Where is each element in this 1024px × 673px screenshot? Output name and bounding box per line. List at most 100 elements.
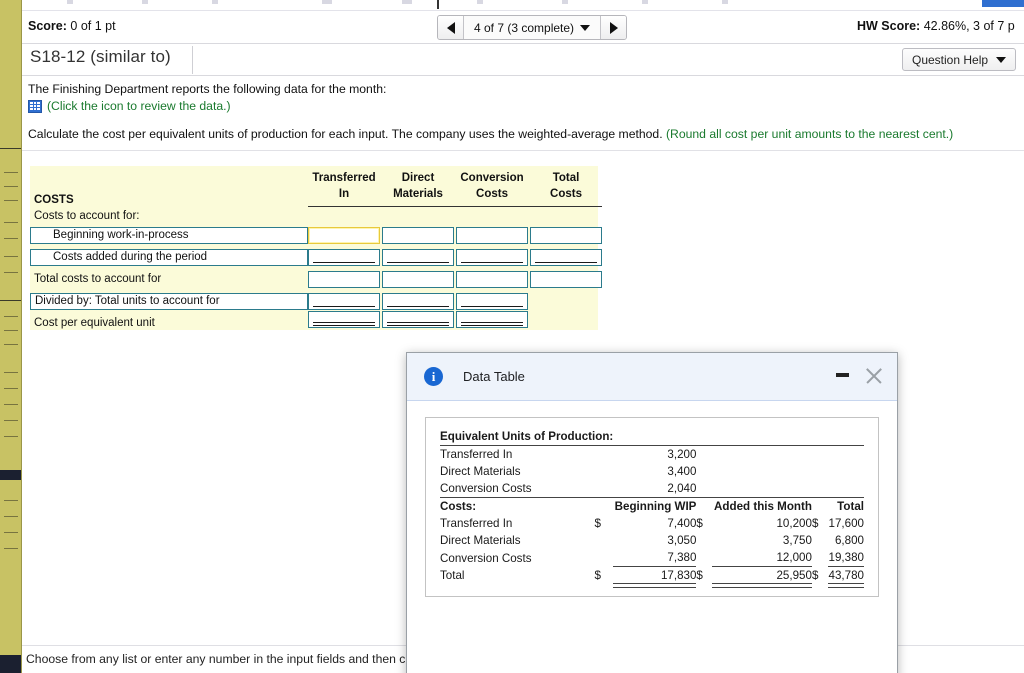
row-label-beginning-wip[interactable]: Beginning work-in-process — [30, 227, 308, 244]
dialog-title: Data Table — [463, 369, 525, 384]
col-header-transferred-in-top: Transferred — [312, 172, 376, 184]
info-icon: i — [424, 367, 443, 386]
table-row: Transferred In 3,200 — [440, 446, 864, 464]
triangle-left-icon — [446, 21, 455, 34]
table-row: Conversion Costs 2,040 — [440, 480, 864, 498]
input-costs-added-transferred-in[interactable] — [308, 249, 380, 266]
cost-conversion-costs-total: 19,380 — [827, 549, 864, 567]
cost-total-added: 25,950 — [712, 567, 812, 587]
input-beginning-wip-total-costs[interactable] — [530, 227, 602, 244]
next-question-button[interactable] — [600, 16, 627, 39]
col-header-conversion-costs-top: Conversion — [460, 172, 524, 184]
table-row: Direct Materials 3,400 — [440, 463, 864, 480]
hw-score-label: HW Score: — [857, 19, 921, 33]
cost-direct-materials-total: 6,800 — [834, 534, 864, 547]
input-cost-per-unit-direct-materials[interactable] — [382, 311, 454, 328]
input-cost-per-unit-transferred-in[interactable] — [308, 311, 380, 328]
input-beginning-wip-conversion-costs[interactable] — [456, 227, 528, 244]
question-instruction: Calculate the cost per equivalent units … — [28, 127, 953, 141]
pager-dropdown[interactable]: 4 of 7 (3 complete) — [464, 16, 601, 39]
prev-question-button[interactable] — [438, 16, 464, 39]
cost-direct-materials-beginning-wip: 3,050 — [667, 534, 697, 547]
cost-total-beginning-wip: 17,830 — [613, 567, 697, 587]
hw-score: HW Score: 42.86%, 3 of 7 p — [857, 19, 1015, 33]
title-divider — [192, 46, 193, 74]
page-title: S18-12 (similar to) — [30, 47, 171, 66]
currency-symbol: $ — [696, 517, 703, 530]
input-costs-added-total-costs[interactable] — [530, 249, 602, 266]
col-header-total-costs-bottom: Costs — [550, 188, 582, 200]
data-link-row[interactable]: (Click the icon to review the data.) — [28, 99, 231, 113]
input-costs-added-conversion-costs[interactable] — [456, 249, 528, 266]
body-divider — [22, 150, 1024, 151]
row-label-costs-added[interactable]: Costs added during the period — [30, 249, 308, 266]
row-label-text: Divided by: Total units to account for — [35, 295, 220, 307]
eup-value-direct-materials: 3,400 — [667, 465, 697, 478]
dialog-header: i Data Table — [407, 353, 897, 401]
row-label-text: Costs added during the period — [53, 251, 208, 263]
costs-section-label: Costs to account for: — [34, 210, 140, 222]
input-beginning-wip-direct-materials[interactable] — [382, 227, 454, 244]
table-row: Transferred In $ 7,400 $ 10,200 $ 17,600 — [440, 515, 864, 532]
input-total-costs-conversion-costs[interactable] — [456, 271, 528, 288]
input-divided-by-conversion-costs[interactable] — [456, 293, 528, 310]
question-title-bar: S18-12 (similar to) Question Help 📌 — [22, 44, 1024, 76]
input-cost-per-unit-conversion-costs[interactable] — [456, 311, 528, 328]
top-right-blue-indicator[interactable] — [982, 0, 1024, 7]
input-total-costs-total-costs[interactable] — [530, 271, 602, 288]
cost-conversion-costs-beginning-wip: 7,380 — [613, 549, 697, 567]
data-table-card: Equivalent Units of Production: Transfer… — [425, 417, 879, 597]
eup-label-transferred-in: Transferred In — [440, 448, 513, 461]
bottom-instruction-text: Choose from any list or enter any number… — [26, 652, 423, 666]
input-total-costs-direct-materials[interactable] — [382, 271, 454, 288]
question-pager[interactable]: 4 of 7 (3 complete) — [437, 15, 628, 40]
triangle-right-icon — [609, 21, 618, 34]
cost-conversion-costs-added: 12,000 — [712, 549, 812, 567]
input-beginning-wip-transferred-in[interactable] — [308, 227, 380, 244]
table-row: Total $ 17,830 $ 25,950 $ 43,780 — [440, 567, 865, 587]
currency-symbol: $ — [696, 569, 703, 582]
score-value: 0 of 1 pt — [70, 19, 116, 33]
eup-value-conversion-costs: 2,040 — [613, 480, 697, 498]
cost-label-direct-materials: Direct Materials — [440, 534, 521, 547]
input-divided-by-transferred-in[interactable] — [308, 293, 380, 310]
col-header-direct-materials-top: Direct — [401, 172, 435, 184]
top-partial-strip — [22, 0, 1024, 10]
spreadsheet-icon[interactable] — [28, 99, 42, 113]
cost-label-total: Total — [440, 569, 465, 582]
eup-label-direct-materials: Direct Materials — [440, 465, 521, 478]
input-total-costs-transferred-in[interactable] — [308, 271, 380, 288]
currency-symbol: $ — [594, 569, 601, 582]
cost-label-conversion-costs: Conversion Costs — [440, 551, 532, 565]
table-row: Direct Materials 3,050 3,750 6,800 — [440, 532, 864, 549]
input-divided-by-direct-materials[interactable] — [382, 293, 454, 310]
left-sidebar-strip — [0, 0, 22, 673]
dialog-body: Equivalent Units of Production: Transfer… — [407, 401, 897, 597]
data-table-dialog: i Data Table Equivalent Units of Product… — [406, 352, 898, 673]
currency-symbol: $ — [811, 569, 819, 582]
hw-score-value: 42.86%, 3 of 7 p — [923, 19, 1015, 33]
table-row: Equivalent Units of Production: — [440, 428, 864, 446]
row-label-text: Beginning work-in-process — [53, 229, 189, 241]
col-header-total: Total — [837, 500, 864, 513]
currency-symbol: $ — [594, 517, 601, 530]
row-label-divided-by-units[interactable]: Divided by: Total units to account for — [30, 293, 308, 310]
input-costs-added-direct-materials[interactable] — [382, 249, 454, 266]
question-instruction-main: Calculate the cost per equivalent units … — [28, 127, 663, 141]
row-label-total-costs-to-account-for: Total costs to account for — [34, 273, 162, 285]
cost-transferred-in-beginning-wip: 7,400 — [667, 517, 697, 530]
pager-label: 4 of 7 (3 complete) — [474, 20, 575, 35]
cost-label-transferred-in: Transferred In — [440, 517, 513, 530]
costs-heading: Costs: — [440, 500, 477, 513]
close-icon[interactable] — [863, 365, 885, 387]
eup-heading: Equivalent Units of Production: — [440, 428, 614, 446]
question-instruction-note: (Round all cost per unit amounts to the … — [665, 127, 954, 141]
app-root: Score: 0 of 1 pt 4 of 7 (3 complete) HW … — [0, 0, 1024, 673]
question-help-button[interactable]: Question Help — [902, 48, 1017, 71]
eup-value-transferred-in: 3,200 — [667, 448, 697, 461]
review-data-link[interactable]: (Click the icon to review the data.) — [47, 99, 231, 113]
col-header-total-costs-top: Total — [552, 172, 580, 184]
cost-transferred-in-total: 17,600 — [828, 517, 864, 530]
minimize-icon[interactable] — [836, 373, 849, 377]
question-help-label: Question Help — [912, 52, 989, 67]
